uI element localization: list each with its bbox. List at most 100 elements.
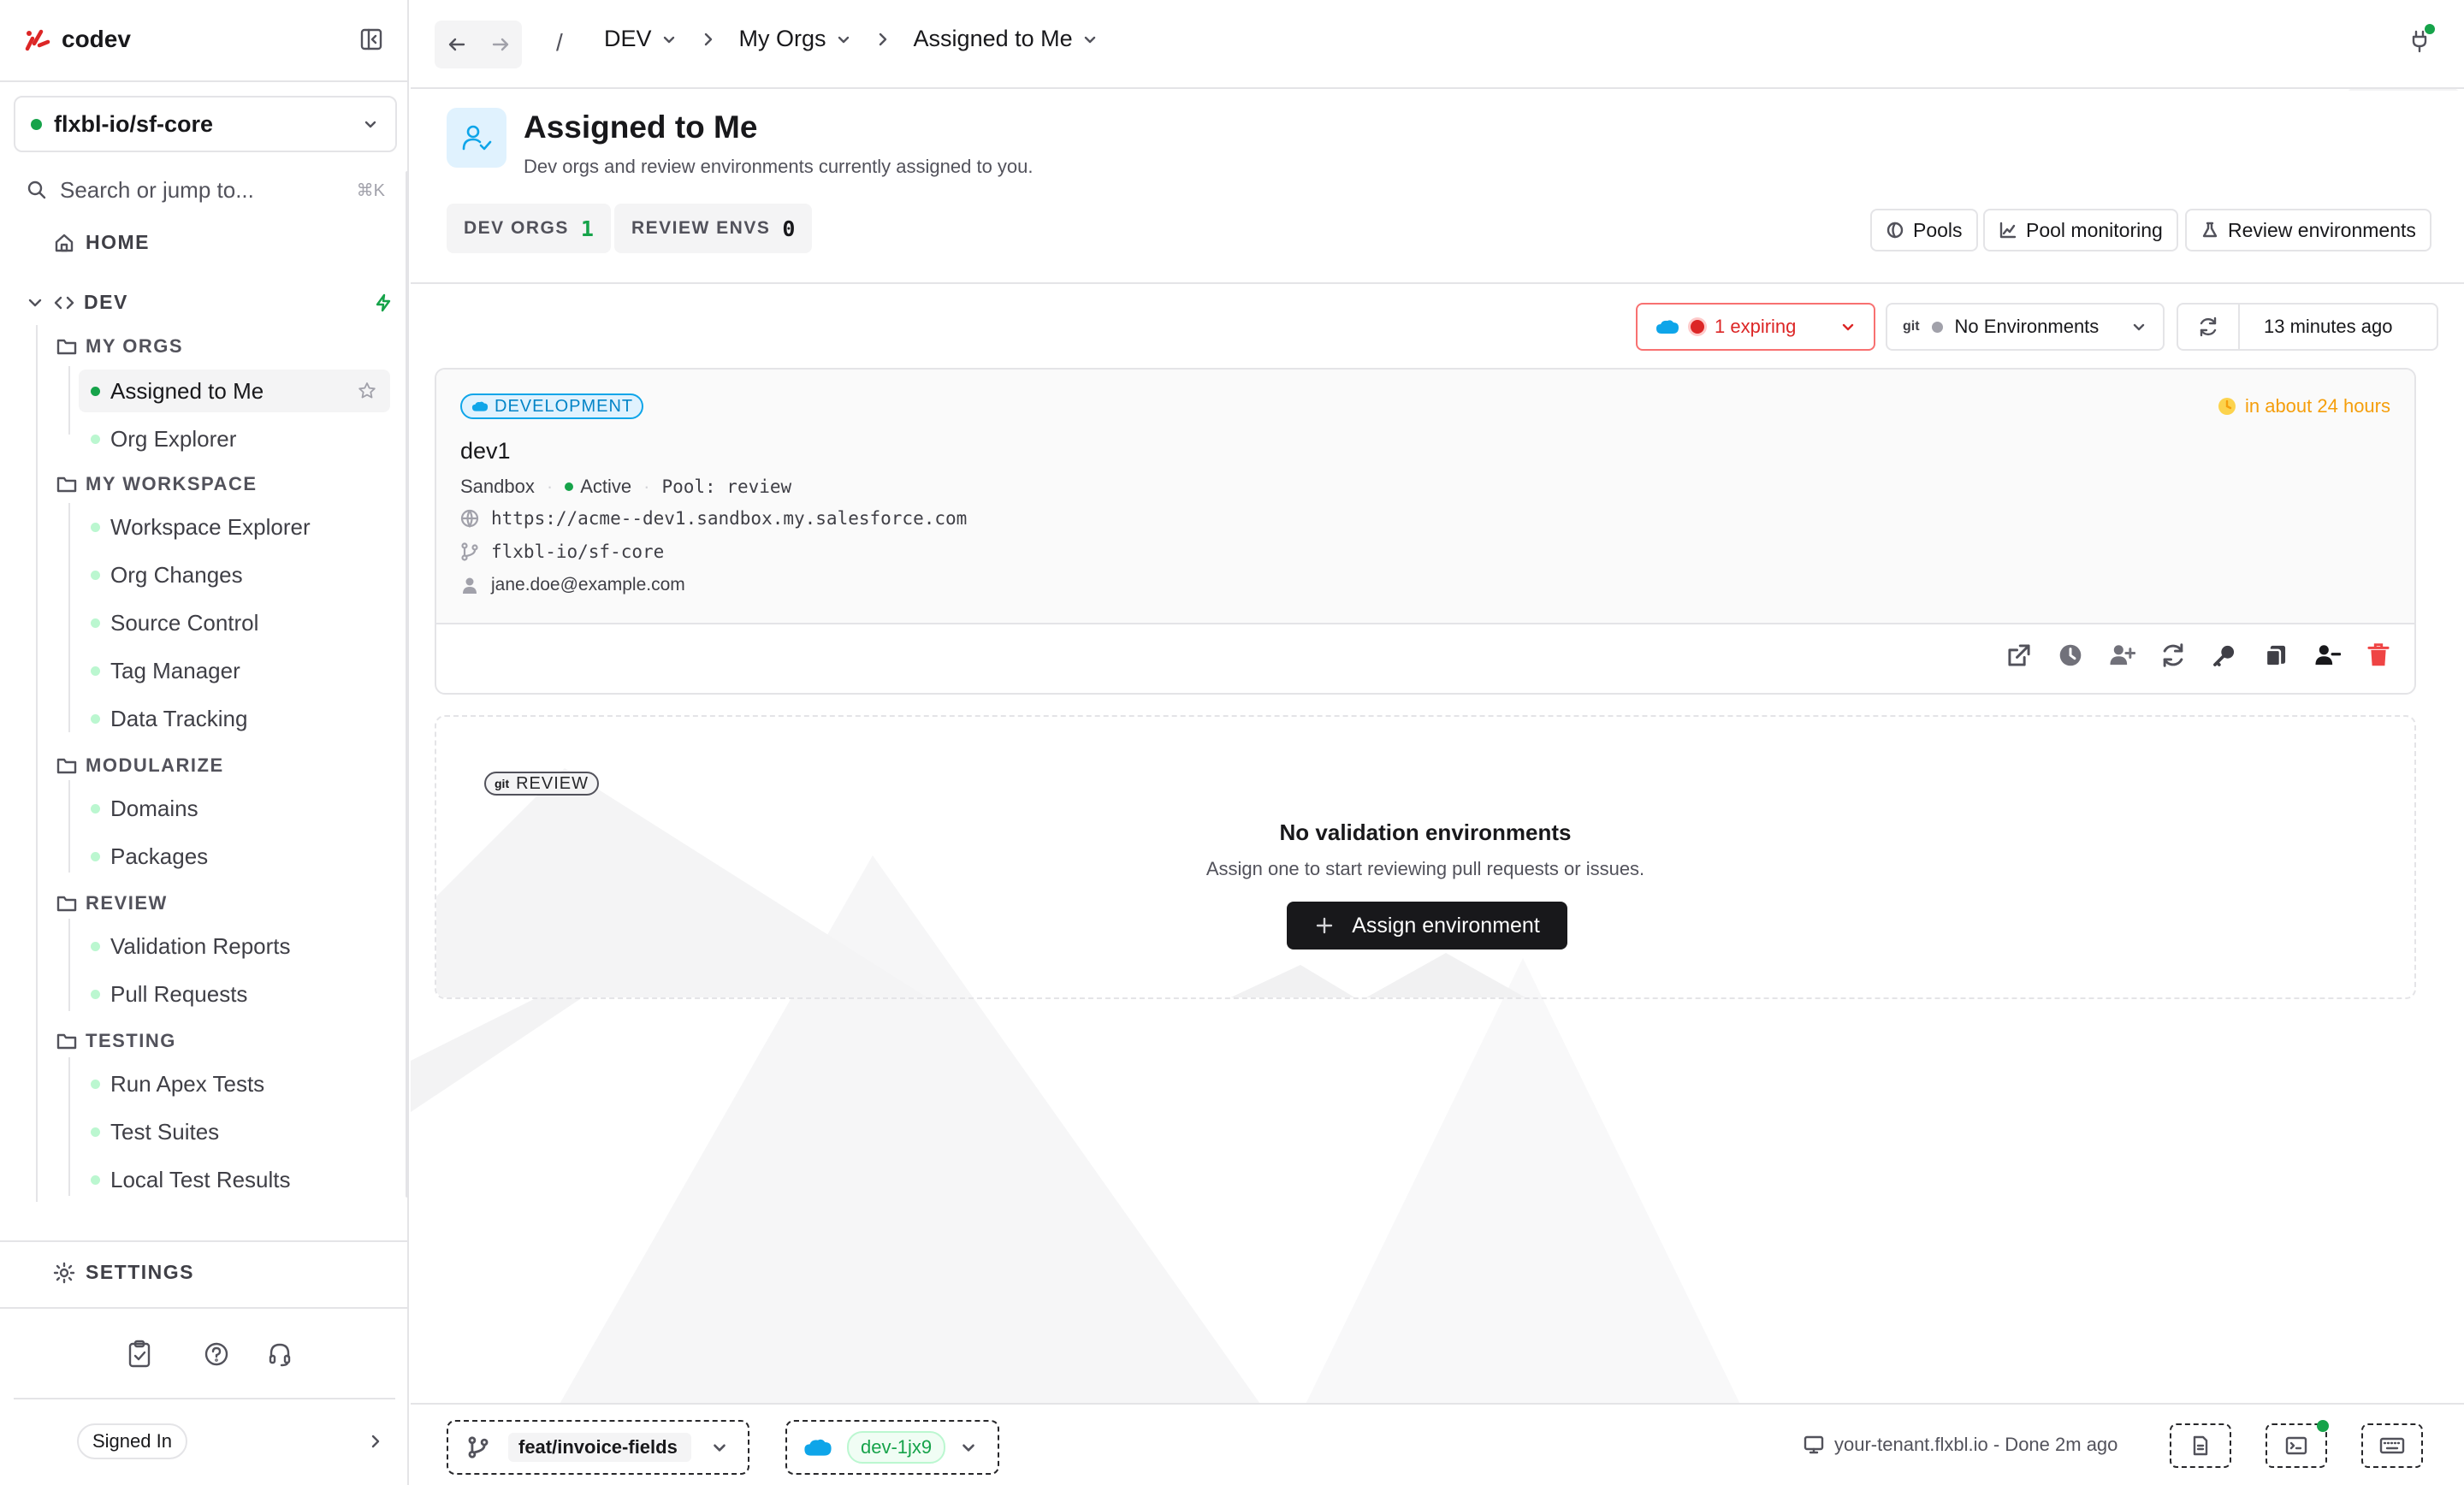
nav-home-label: HOME [86, 231, 150, 253]
headset-icon[interactable] [267, 1341, 293, 1367]
pools-button[interactable]: Pools [1870, 209, 1978, 251]
nav-group-modularize[interactable]: MODULARIZE [56, 754, 224, 777]
assign-environment-button[interactable]: Assign environment [1287, 902, 1567, 950]
expiring-filter[interactable]: 1 expiring [1636, 303, 1875, 351]
org-repo: flxbl-io/sf-core [491, 541, 665, 562]
help-icon[interactable] [204, 1341, 229, 1367]
tenant-status[interactable]: your-tenant.flxbl.io - Done 2m ago [1804, 1434, 2118, 1456]
refresh-control[interactable]: 13 minutes ago [2177, 303, 2438, 351]
refresh-icon[interactable] [2159, 642, 2187, 669]
nav-item-label: Validation Reports [110, 932, 291, 959]
nav-item-local-test-results[interactable]: Local Test Results [79, 1158, 390, 1201]
pools-icon [1886, 222, 1904, 239]
chevron-down-icon [364, 121, 376, 128]
breadcrumb-item-assigned[interactable]: Assigned to Me [914, 26, 1099, 52]
file-icon [2193, 1435, 2208, 1456]
folder-icon [56, 476, 77, 493]
chevron-down-icon [2133, 323, 2145, 331]
monitor-icon [1804, 1435, 1824, 1454]
refresh-icon [2200, 317, 2217, 337]
user-minus-icon[interactable] [2313, 642, 2341, 669]
status-bar: feat/invoice-fields dev-1jx9 your-tenant… [411, 1403, 2464, 1485]
org-actions [2005, 642, 2392, 669]
nav-item-org-changes[interactable]: Org Changes [79, 553, 390, 596]
nav-home[interactable]: HOME [53, 231, 150, 254]
nav-item-validation-reports[interactable]: Validation Reports [79, 925, 390, 967]
org-type: Sandbox [460, 476, 535, 497]
star-icon[interactable] [358, 382, 376, 400]
globe-icon [460, 509, 479, 528]
plug-status[interactable] [2409, 24, 2435, 53]
org-url[interactable]: https://acme--dev1.sandbox.my.salesforce… [491, 508, 967, 529]
development-badge: DEVELOPMENT [460, 393, 644, 419]
page-header: Assigned to Me Dev orgs and review envir… [411, 91, 2464, 284]
nav-group-my-orgs[interactable]: MY ORGS [56, 335, 183, 358]
nav-item-assigned-to-me[interactable]: Assigned to Me [79, 370, 390, 412]
nav-group-testing[interactable]: TESTING [56, 1030, 176, 1052]
nav-item-domains[interactable]: Domains [79, 787, 390, 830]
repo-selector[interactable]: flxbl-io/sf-core [14, 96, 397, 152]
keyboard-button[interactable] [2361, 1423, 2423, 1468]
back-arrow-icon[interactable] [447, 34, 467, 55]
nav-group-review[interactable]: REVIEW [56, 892, 168, 914]
nav-group-label: MY ORGS [86, 335, 184, 357]
chevron-right-icon [879, 33, 886, 45]
nav-item-pull-requests[interactable]: Pull Requests [79, 973, 390, 1015]
search-shortcut: ⌘K [356, 180, 385, 200]
nav-item-label: Packages [110, 843, 209, 869]
nav-item-workspace-explorer[interactable]: Workspace Explorer [79, 506, 390, 548]
breadcrumb-item-my-orgs[interactable]: My Orgs [739, 26, 852, 52]
search-placeholder: Search or jump to... [60, 176, 254, 203]
tenant-label: your-tenant.flxbl.io - Done 2m ago [1834, 1434, 2118, 1455]
nav-item-org-explorer[interactable]: Org Explorer [79, 417, 390, 460]
user-plus-icon[interactable] [2108, 642, 2135, 669]
nav-dev[interactable]: DEV [26, 291, 394, 314]
org-status: Active [565, 476, 631, 498]
nav-item-source-control[interactable]: Source Control [79, 601, 390, 644]
empty-state: No validation environments Assign one to… [436, 819, 2414, 880]
dev-org-card[interactable]: DEVELOPMENT in about 24 hours dev1 Sandb… [435, 368, 2416, 695]
git-branch-icon [468, 1436, 489, 1458]
pool-monitoring-button[interactable]: Pool monitoring [1983, 209, 2178, 251]
clock-icon[interactable] [2057, 642, 2084, 669]
org-selector[interactable]: dev-1jx9 [785, 1420, 999, 1475]
history-nav [435, 21, 522, 68]
environments-filter[interactable]: git No Environments [1886, 303, 2165, 351]
account-menu[interactable]: Signed In [77, 1423, 385, 1459]
open-external-icon[interactable] [2005, 642, 2033, 669]
nav-group-my-workspace[interactable]: MY WORKSPACE [56, 473, 258, 495]
copy-icon[interactable] [2262, 642, 2289, 669]
key-icon[interactable] [2211, 642, 2238, 669]
terminal-button[interactable] [2266, 1420, 2329, 1468]
empty-state-text: Assign one to start reviewing pull reque… [1205, 858, 1645, 879]
signed-in-badge: Signed In [77, 1423, 187, 1459]
nav-item-packages[interactable]: Packages [79, 835, 390, 878]
forward-arrow-icon[interactable] [490, 34, 511, 55]
breadcrumb-item-dev[interactable]: DEV [604, 26, 678, 52]
review-environments-button[interactable]: Review environments [2185, 209, 2431, 251]
file-panel-button[interactable] [2170, 1423, 2231, 1468]
nav-item-label: Assigned to Me [110, 377, 264, 404]
sidebar-scrollbar[interactable] [406, 171, 409, 1198]
nav-item-test-suites[interactable]: Test Suites [79, 1110, 390, 1153]
plus-icon [1317, 917, 1333, 934]
search-input[interactable]: Search or jump to... ⌘K [26, 171, 385, 209]
trash-icon[interactable] [2365, 642, 2392, 669]
collapse-sidebar-icon[interactable] [359, 27, 383, 51]
code-icon [54, 296, 74, 309]
nav-item-data-tracking[interactable]: Data Tracking [79, 697, 390, 740]
clipboard-icon[interactable] [127, 1340, 152, 1369]
environments-label: No Environments [1954, 316, 2100, 337]
codev-logo-icon [25, 29, 50, 51]
git-branch-icon [461, 542, 478, 561]
expiring-dot [1691, 320, 1704, 334]
chevron-down-icon [28, 299, 42, 306]
user-check-icon [462, 125, 492, 151]
refresh-button[interactable] [2178, 305, 2240, 349]
nav-item-tag-manager[interactable]: Tag Manager [79, 649, 390, 692]
brand-logo[interactable]: codev [22, 26, 131, 53]
branch-selector[interactable]: feat/invoice-fields [447, 1420, 749, 1475]
nav-settings[interactable]: SETTINGS [53, 1261, 194, 1284]
button-label: Review environments [2228, 218, 2416, 241]
nav-item-run-apex-tests[interactable]: Run Apex Tests [79, 1062, 390, 1105]
